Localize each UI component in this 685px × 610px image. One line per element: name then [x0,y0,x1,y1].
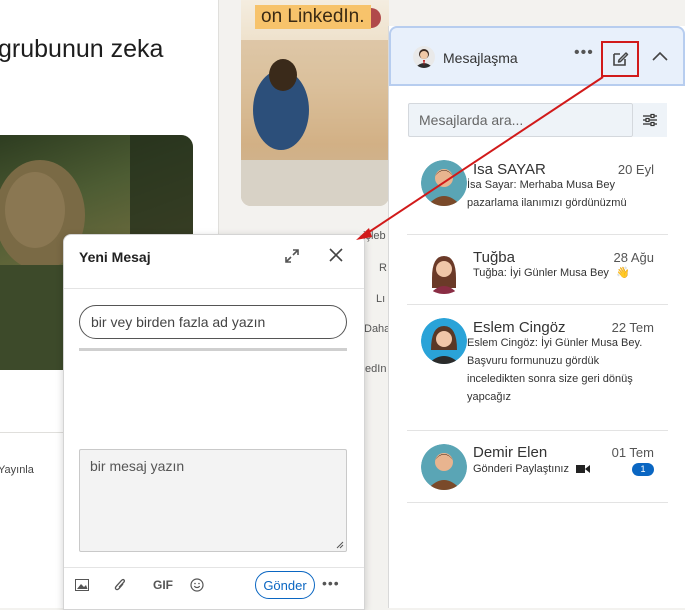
compose-icon [613,52,629,66]
male-avatar [421,444,467,490]
message-body-field[interactable] [79,449,347,552]
ad-side-text: Lı [376,293,386,305]
male-avatar [421,160,467,206]
conversation-date: 22 Tem [611,320,654,335]
ad-side-text: Daha [364,323,391,335]
messaging-header[interactable]: Mesajlaşma ••• [389,26,685,86]
divider [64,288,364,289]
recipient-field[interactable] [79,305,347,339]
ad-card[interactable]: on LinkedIn. [241,0,389,206]
user-avatar [413,46,435,68]
messaging-panel: Mesajlaşma ••• Mesajlarda ara... İsa SAY… [388,26,685,608]
waving-hand-emoji: 👋 [616,267,630,279]
conversation-date: 28 Ağu [613,250,655,265]
female-avatar [421,318,467,364]
conversation-item[interactable]: Demir Elen 01 Tem Gönderi Paylaştınız 1 [407,430,668,503]
conversation-snippet: İsa Sayar: Merhaba Musa Bey pazarlama il… [467,179,627,209]
female-avatar [421,248,467,294]
post-text: grubunun zeka [0,35,164,63]
filter-sliders-icon [643,113,657,127]
messaging-title: Mesajlaşma [443,50,518,66]
conversation-snippet: Eslem Cingöz: İyi Günler Musa Bey. Başvu… [467,337,643,403]
publish-link[interactable]: Yayınla [0,464,34,476]
conversation-date: 01 Tem [611,445,654,460]
conversation-date: 20 Eyl [617,162,654,177]
recipient-input[interactable] [80,306,333,338]
image-icon[interactable] [75,577,89,593]
more-options-icon[interactable]: ••• [574,44,594,62]
ad-side-text: işleb [363,230,386,242]
collapse-chevron-up-icon[interactable] [649,47,671,65]
message-search-input[interactable] [409,104,631,136]
new-message-title: Yeni Mesaj [79,249,151,265]
compose-message-button[interactable] [601,41,639,77]
gif-button[interactable]: GIF [153,577,173,593]
video-camera-icon [576,465,591,474]
filter-button[interactable] [633,103,667,137]
conversation-snippet: Tuğba: İyi Günler Musa Bey [473,267,609,279]
attachment-icon[interactable] [114,577,126,593]
ad-side-text: tedIn [362,363,387,375]
message-body-input[interactable] [80,450,338,545]
expand-icon[interactable] [283,247,301,265]
ad-side-text: R [379,262,387,274]
message-search[interactable] [408,103,633,137]
conversation-item[interactable]: Eslem Cingöz 22 Tem Eslem Cingöz: İyi Gü… [407,304,668,431]
close-icon[interactable] [327,246,345,264]
ad-banner-text: on LinkedIn. [255,5,371,29]
recipient-underline [79,348,347,351]
more-options-icon[interactable]: ••• [322,575,340,591]
conversation-name: Demir Elen [473,444,548,461]
send-button[interactable]: Gönder [255,571,315,599]
conversation-item[interactable]: İsa SAYAR 20 Eyl İsa Sayar: Merhaba Musa… [407,146,668,235]
unread-count-badge: 1 [632,463,654,476]
conversation-item[interactable]: Tuğba 28 Ağu Tuğba: İyi Günler Musa Bey … [407,234,668,305]
divider [64,567,364,568]
emoji-icon[interactable] [190,577,204,593]
new-message-window: Yeni Mesaj GIF [63,234,365,610]
conversation-snippet: Gönderi Paylaştınız [473,463,569,475]
resize-grip-icon[interactable] [336,541,344,549]
